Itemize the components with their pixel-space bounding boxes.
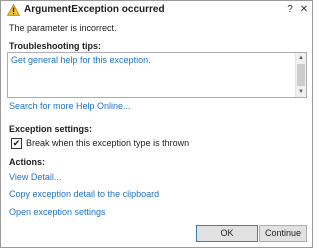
open-exception-settings-link[interactable]: Open exception settings <box>9 207 106 217</box>
exception-message: The parameter is incorrect. <box>9 23 117 33</box>
dialog-title: ArgumentException occurred <box>24 4 165 15</box>
copy-detail-link[interactable]: Copy exception detail to the clipboard <box>9 189 159 199</box>
search-help-online-link[interactable]: Search for more Help Online... <box>9 101 131 111</box>
tip-link-general-help[interactable]: Get general help for this exception. <box>11 55 151 65</box>
scroll-up-arrow-icon[interactable]: ▲ <box>296 53 306 63</box>
view-detail-link[interactable]: View Detail... <box>9 172 61 182</box>
close-button[interactable]: ✕ <box>298 2 310 17</box>
title-bar: ArgumentException occurred ? ✕ <box>1 1 312 19</box>
break-when-thrown-label[interactable]: Break when this exception type is thrown <box>26 138 189 148</box>
actions-heading: Actions: <box>9 157 45 167</box>
scroll-thumb[interactable] <box>297 64 305 86</box>
troubleshooting-heading: Troubleshooting tips: <box>9 41 101 51</box>
break-when-thrown-checkbox[interactable]: ✔ <box>11 138 22 149</box>
scroll-down-arrow-icon[interactable]: ▼ <box>296 87 306 97</box>
exception-dialog: ArgumentException occurred ? ✕ The param… <box>0 0 313 248</box>
tips-scrollbar[interactable]: ▲ ▼ <box>295 53 306 97</box>
warning-icon <box>7 4 20 16</box>
troubleshooting-tips-box: Get general help for this exception. ▲ ▼ <box>7 52 307 98</box>
exception-settings-heading: Exception settings: <box>9 124 93 134</box>
help-button[interactable]: ? <box>284 2 296 17</box>
continue-button[interactable]: Continue <box>259 225 307 242</box>
ok-button[interactable]: OK <box>196 225 258 242</box>
